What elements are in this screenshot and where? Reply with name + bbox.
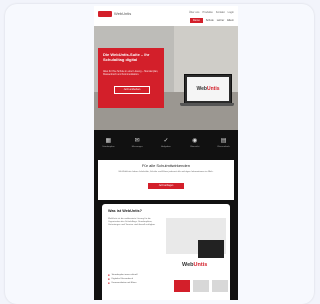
check-icon: ■ [108,274,110,277]
about-device-image [198,240,224,258]
list-item: ■ Stundenplan immer aktuell [108,274,168,277]
laptop-brand-accent: Untis [206,86,220,92]
about-logo-a: Web [182,262,194,268]
hero-text: Alles für Ihre Schule in einer Lösung – … [103,70,159,76]
list-item: ■ Digitales Klassenbuch [108,278,168,281]
subnav-link[interactable]: Eltern [227,19,234,22]
thumbnail[interactable] [212,280,228,292]
feature-item[interactable]: ✓ Aufgaben [154,138,178,148]
top-nav: Über uns Produkte Kontakt Login [189,11,234,14]
chat-icon: ✉ [134,138,140,144]
topnav-link[interactable]: Produkte [202,11,212,14]
feature-item[interactable]: ✉ Messenger [125,138,149,148]
list-item-text: Stundenplan immer aktuell [111,274,138,276]
about-text: WebUntis ist die webbasierte Lösung für … [108,218,156,226]
about-logo: WebUntis [182,262,207,268]
sub-nav: Demo Schule Lehrer Eltern [189,18,234,23]
topnav-link[interactable]: Über uns [189,11,200,14]
logo-mark-icon [98,11,112,17]
audience-cta-button[interactable]: Jetzt anfragen [148,183,184,189]
feature-label: Messenger [131,146,143,148]
list-item-text: Kommunikation mit Eltern [111,282,137,284]
thumbnail[interactable] [174,280,190,292]
check-icon: ■ [108,278,110,281]
hero-text-box: Die WebUntis-Suite – Ihr Schulalltag dig… [98,48,164,108]
bookmark-icon: ▤ [220,138,227,144]
site-header: WebUntis Über uns Produkte Kontakt Login… [94,6,238,26]
topnav-link[interactable]: Kontakt [216,11,225,14]
logo-text: WebUntis [114,11,132,16]
subnav-link[interactable]: Lehrer [217,19,225,22]
thumbnail[interactable] [193,280,209,292]
topnav-link[interactable]: Login [228,11,234,14]
feature-icon-bar: ▦ Stundenplan ✉ Messenger ✓ Aufgaben ◉ Ü… [94,130,238,156]
website-preview: WebUntis Über uns Produkte Kontakt Login… [94,6,238,300]
check-icon: ■ [108,282,110,285]
feature-label: Aufgaben [161,146,171,148]
site-logo[interactable]: WebUntis [98,11,131,17]
feature-item[interactable]: ◉ Übersicht [183,138,207,148]
hero-section: Die WebUntis-Suite – Ihr Schulalltag dig… [94,26,238,130]
audience-text: Mit WebUntis haben Lehrkräfte, Schüler u… [118,171,214,173]
feature-list: ■ Stundenplan immer aktuell ■ Digitales … [108,274,168,286]
hero-cta-button[interactable]: Jetzt entdecken [114,86,150,94]
laptop-brand: Web [196,86,207,92]
calendar-icon: ▦ [105,138,112,144]
eye-icon: ◉ [192,138,198,144]
audience-panel: Für alle Schulmitwirkenden Mit WebUntis … [98,160,234,200]
audience-title: Für alle Schulmitwirkenden [141,163,191,168]
feature-item[interactable]: ▤ Klassenbuch [212,138,236,148]
demo-button[interactable]: Demo [189,18,203,23]
laptop-image: Web Untis [184,74,232,104]
check-icon: ✓ [163,138,169,144]
feature-label: Übersicht [190,146,200,148]
subnav-link[interactable]: Schule [206,19,214,22]
about-panel: Was ist WebUntis? WebUntis ist die webba… [102,204,230,300]
about-logo-b: Untis [193,262,208,268]
hero-title: Die WebUntis-Suite – Ihr Schulalltag dig… [103,52,150,62]
feature-item[interactable]: ▦ Stundenplan [96,138,120,148]
laptop-screen: Web Untis [187,77,229,101]
thumbnail-row [174,280,228,292]
feature-label: Stundenplan [102,146,115,148]
laptop-base [180,103,234,106]
feature-label: Klassenbuch [217,146,230,148]
list-item-text: Digitales Klassenbuch [111,278,134,280]
about-title: Was ist WebUntis? [108,209,142,213]
list-item: ■ Kommunikation mit Eltern [108,282,168,285]
